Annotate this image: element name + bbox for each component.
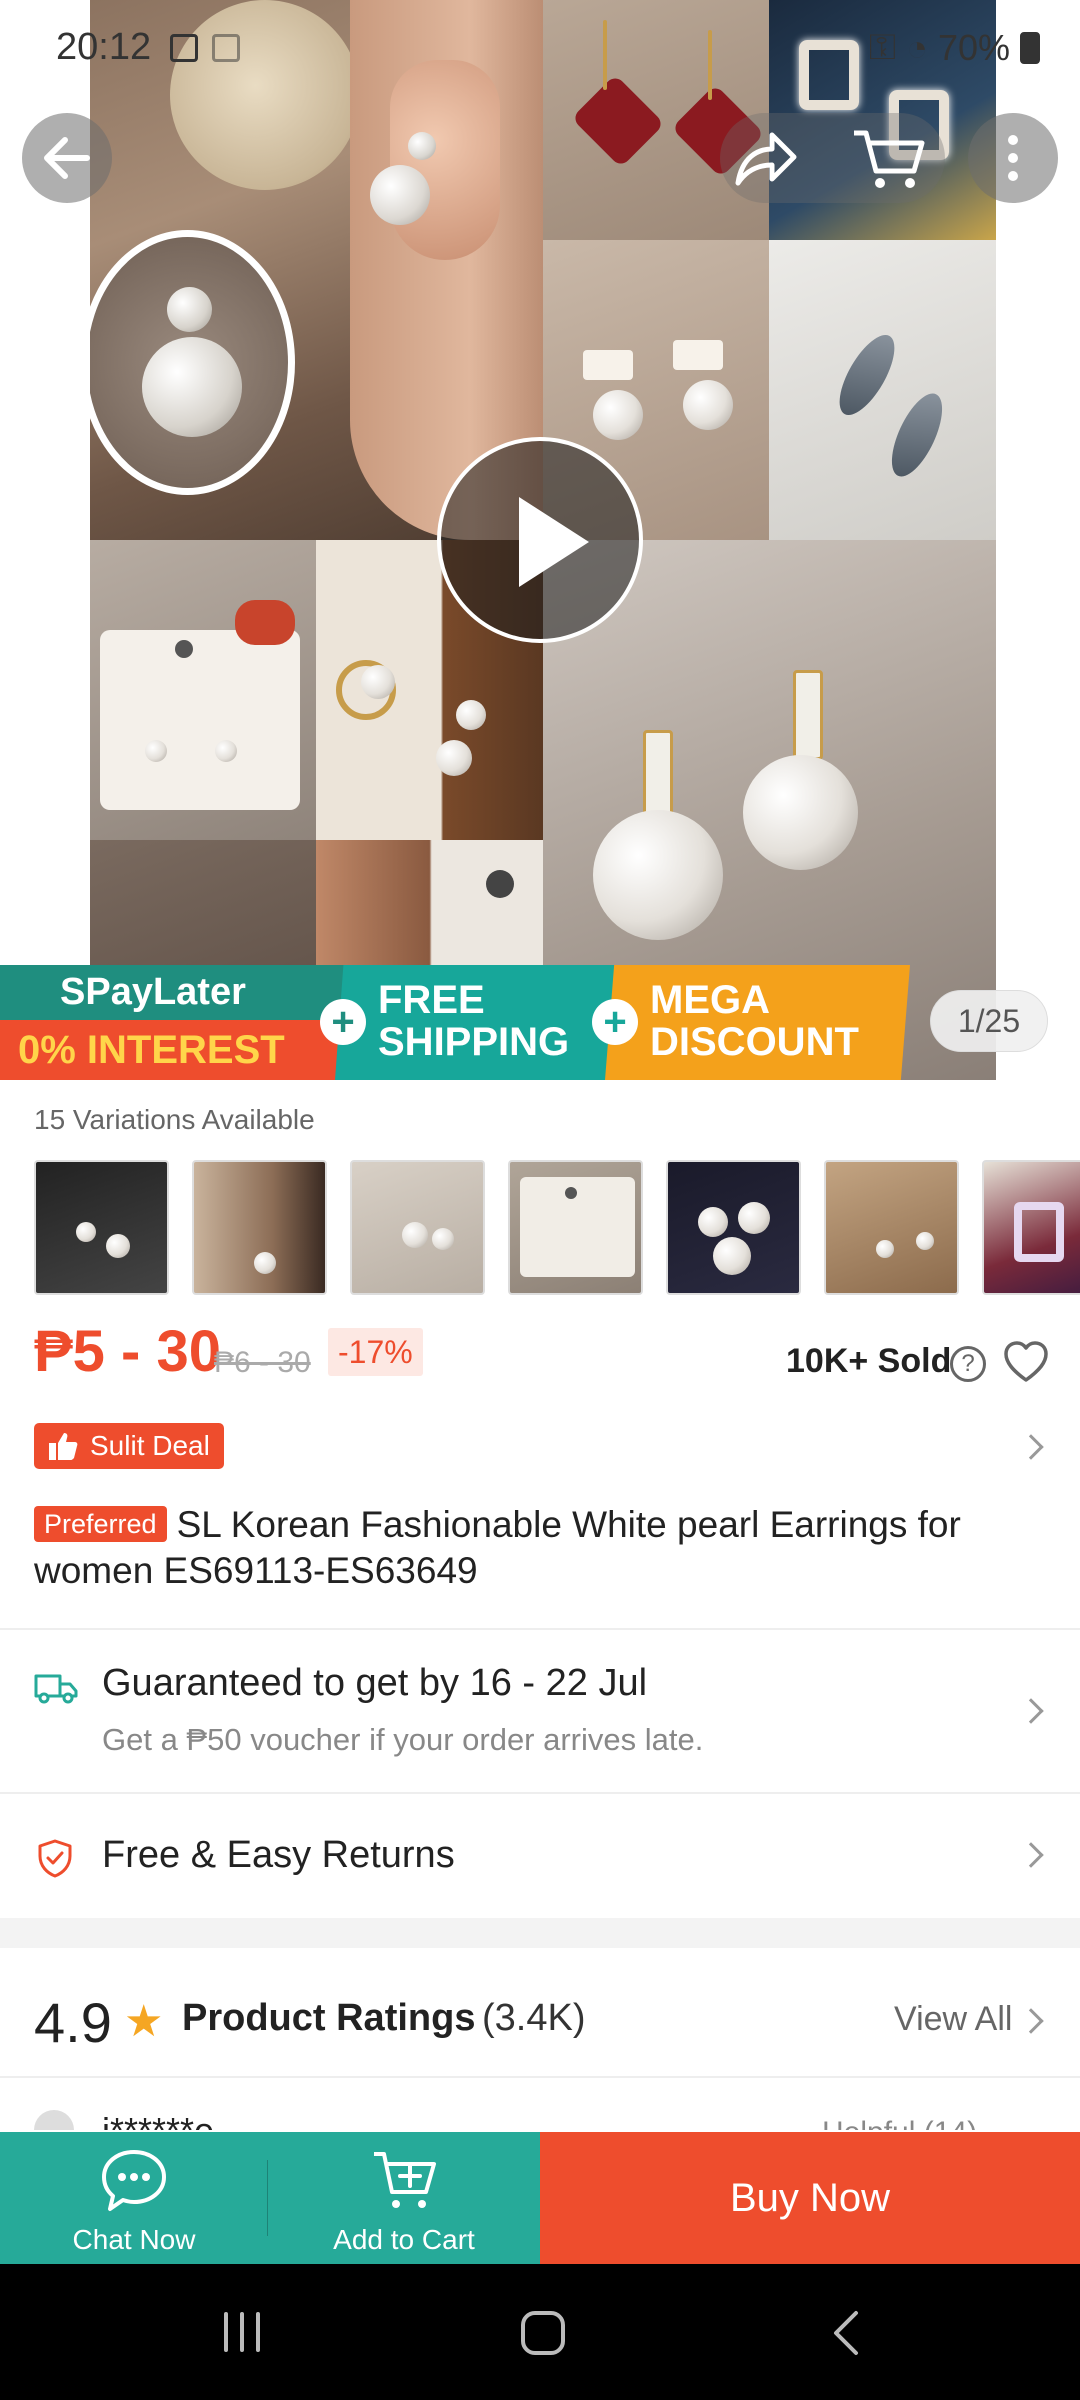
share-icon[interactable]: [732, 127, 798, 189]
price-range: ₱5 - 30: [34, 1319, 221, 1384]
shipping-row[interactable]: [0, 1630, 1080, 1792]
battery-icon: [1020, 31, 1040, 64]
action-bar: Chat Now Add to Cart Buy Now: [0, 2132, 1080, 2264]
star-icon: ★: [124, 1997, 164, 2046]
late-voucher-note: Get a ₱50 voucher if your order arrives …: [102, 1722, 704, 1757]
sold-count: 10K+ Sold: [786, 1342, 952, 1380]
back-nav-icon[interactable]: [826, 2308, 866, 2358]
thumbs-up-icon: [49, 1433, 78, 1460]
variation-thumb[interactable]: [982, 1160, 1080, 1295]
review-preview: i******e Helpful (14): [0, 2080, 1080, 2130]
add-to-cart-label: Add to Cart: [333, 2224, 475, 2255]
ratings-count: (3.4K): [482, 1997, 586, 2039]
spaylater-label: SPayLater: [0, 965, 345, 1020]
plus-icon: +: [592, 999, 638, 1045]
wifi-icon: ◔: [906, 26, 928, 68]
cart-plus-icon: [374, 2152, 436, 2208]
heart-icon[interactable]: [1002, 1338, 1050, 1386]
original-price: ₱6 - 30: [214, 1346, 311, 1379]
image-counter: 1/25: [930, 990, 1048, 1052]
chat-now-button[interactable]: Chat Now: [0, 2132, 268, 2264]
free-shipping-line1: FREE: [378, 978, 485, 1022]
gallery-notification-icon: [170, 34, 198, 62]
sulit-deal-badge[interactable]: Sulit Deal: [34, 1423, 224, 1469]
product-title: Preferred SL Korean Fashionable White pea…: [34, 1502, 1054, 1594]
divider: [0, 2076, 1080, 2078]
discount-badge: -17%: [328, 1328, 423, 1376]
chat-now-label: Chat Now: [72, 2224, 196, 2255]
play-video-button[interactable]: [437, 437, 643, 643]
variation-thumb[interactable]: [350, 1160, 485, 1295]
share-cart-group: [720, 113, 945, 203]
section-gap: [0, 1918, 1080, 1948]
mega-discount-line1: MEGA: [650, 978, 770, 1022]
variation-thumb[interactable]: [34, 1160, 169, 1295]
variations-label: 15 Variations Available: [34, 1104, 315, 1135]
status-time: 20:12: [56, 26, 152, 68]
preferred-badge: Preferred: [34, 1506, 167, 1542]
home-icon[interactable]: [518, 2308, 568, 2358]
delivery-guarantee: Guaranteed to get by 16 - 22 Jul: [102, 1662, 648, 1704]
chevron-right-icon[interactable]: [1018, 1434, 1044, 1460]
variation-thumbnails[interactable]: [34, 1160, 1080, 1295]
help-icon[interactable]: ?: [950, 1346, 986, 1382]
helpful-count: Helpful (14): [822, 2116, 977, 2130]
promo-banner[interactable]: SPayLater 0% INTEREST + + FREE SHIPPING …: [0, 965, 1080, 1080]
recent-apps-icon[interactable]: [216, 2310, 268, 2354]
plus-icon: +: [320, 999, 366, 1045]
variation-thumb[interactable]: [508, 1160, 643, 1295]
reviewer-name: i******e: [102, 2110, 214, 2130]
battery-level: 70%: [937, 26, 1010, 68]
free-shipping-line2: SHIPPING: [378, 1020, 570, 1064]
status-bar: 20:12 ⚿ ◔ 70%: [0, 0, 1080, 100]
system-nav-bar: [0, 2264, 1080, 2400]
more-options-button[interactable]: [968, 113, 1058, 203]
sulit-deal-label: Sulit Deal: [90, 1430, 210, 1461]
add-to-cart-button[interactable]: Add to Cart: [268, 2132, 540, 2264]
avatar: [34, 2110, 74, 2130]
view-all-link[interactable]: View All: [894, 2000, 1012, 2039]
variation-thumb[interactable]: [192, 1160, 327, 1295]
back-button[interactable]: [22, 113, 112, 203]
interest-label: 0% INTEREST: [0, 1020, 345, 1080]
returns-label: Free & Easy Returns: [102, 1834, 455, 1876]
ratings-label: Product Ratings: [182, 1997, 476, 2039]
shield-check-icon: [38, 1839, 72, 1878]
cart-icon[interactable]: [850, 125, 926, 191]
truck-icon: [34, 1674, 78, 1704]
more-vertical-icon: [1008, 135, 1018, 181]
arrow-left-icon: [44, 137, 90, 179]
file-notification-icon: [212, 34, 240, 62]
chat-bubble-icon: [102, 2150, 166, 2211]
variation-thumb[interactable]: [666, 1160, 801, 1295]
mega-discount-line2: DISCOUNT: [650, 1020, 859, 1064]
product-title-text: SL Korean Fashionable White pearl Earrin…: [34, 1504, 961, 1591]
key-icon: ⚿: [868, 26, 897, 67]
variation-thumb[interactable]: [824, 1160, 959, 1295]
buy-now-button[interactable]: Buy Now: [540, 2132, 1080, 2264]
rating-score: 4.9: [34, 1991, 112, 2054]
